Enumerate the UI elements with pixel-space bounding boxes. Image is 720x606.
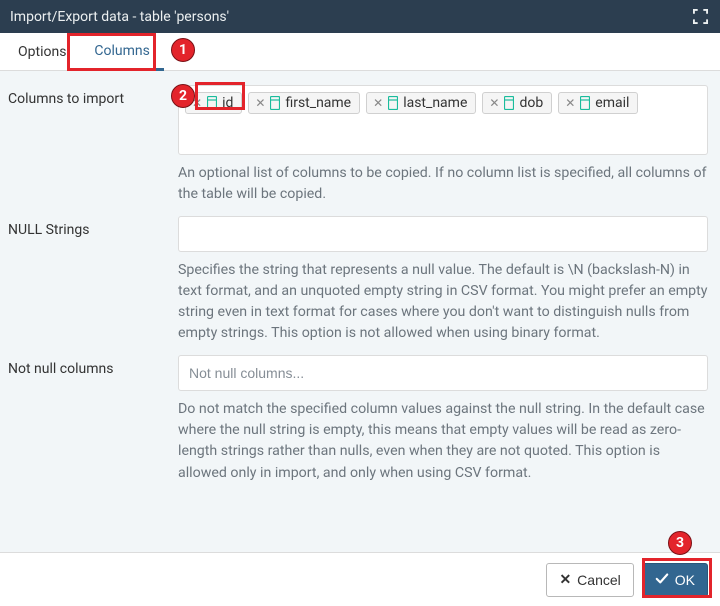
tag-label: id — [222, 95, 233, 111]
close-icon[interactable]: ✕ — [489, 96, 499, 110]
close-icon[interactable]: ✕ — [255, 96, 265, 110]
tag-first-name[interactable]: ✕ first_name — [248, 92, 360, 114]
help-null-strings: Specifies the string that represents a n… — [178, 260, 708, 345]
titlebar: Import/Export data - table 'persons' — [0, 0, 720, 33]
ok-button[interactable]: OK — [642, 563, 708, 597]
check-icon — [655, 571, 669, 588]
dialog-footer: ✕ Cancel OK — [0, 552, 720, 606]
close-icon: ✕ — [559, 571, 571, 588]
tag-label: first_name — [285, 95, 351, 111]
tab-options[interactable]: Options — [4, 33, 80, 70]
close-icon[interactable]: ✕ — [565, 96, 575, 110]
tab-columns[interactable]: Columns — [80, 33, 163, 71]
help-columns-to-import: An optional list of columns to be copied… — [178, 163, 708, 206]
tag-last-name[interactable]: ✕ last_name — [366, 92, 476, 114]
null-strings-input[interactable] — [178, 216, 708, 252]
row-null-strings: NULL Strings Specifies the string that r… — [8, 216, 708, 345]
column-icon — [504, 96, 514, 110]
tabs: Options Columns — [0, 33, 720, 71]
columns-to-import-input[interactable]: ✕ id ✕ first_name ✕ — [178, 85, 708, 155]
tag-label: last_name — [403, 95, 467, 111]
help-not-null-columns: Do not match the specified column values… — [178, 399, 708, 484]
column-icon — [388, 96, 398, 110]
window-title: Import/Export data - table 'persons' — [10, 9, 690, 25]
cancel-label: Cancel — [577, 572, 621, 588]
close-icon[interactable]: ✕ — [373, 96, 383, 110]
ok-label: OK — [675, 572, 695, 588]
row-not-null-columns: Not null columns Do not match the specif… — [8, 355, 708, 484]
fullscreen-icon[interactable] — [690, 7, 710, 27]
label-not-null-columns: Not null columns — [8, 355, 178, 484]
tag-id[interactable]: ✕ id — [185, 92, 242, 114]
tag-email[interactable]: ✕ email — [558, 92, 638, 114]
row-columns-to-import: Columns to import ✕ id ✕ first_name — [8, 85, 708, 206]
label-null-strings: NULL Strings — [8, 216, 178, 345]
column-icon — [580, 96, 590, 110]
tag-label: dob — [519, 95, 543, 111]
label-columns-to-import: Columns to import — [8, 85, 178, 206]
tag-dob[interactable]: ✕ dob — [482, 92, 552, 114]
not-null-columns-input[interactable] — [178, 355, 708, 391]
cancel-button[interactable]: ✕ Cancel — [546, 563, 633, 597]
column-icon — [270, 96, 280, 110]
tag-label: email — [595, 95, 629, 111]
column-icon — [207, 96, 217, 110]
close-icon[interactable]: ✕ — [192, 96, 202, 110]
form-body: Columns to import ✕ id ✕ first_name — [0, 71, 720, 552]
